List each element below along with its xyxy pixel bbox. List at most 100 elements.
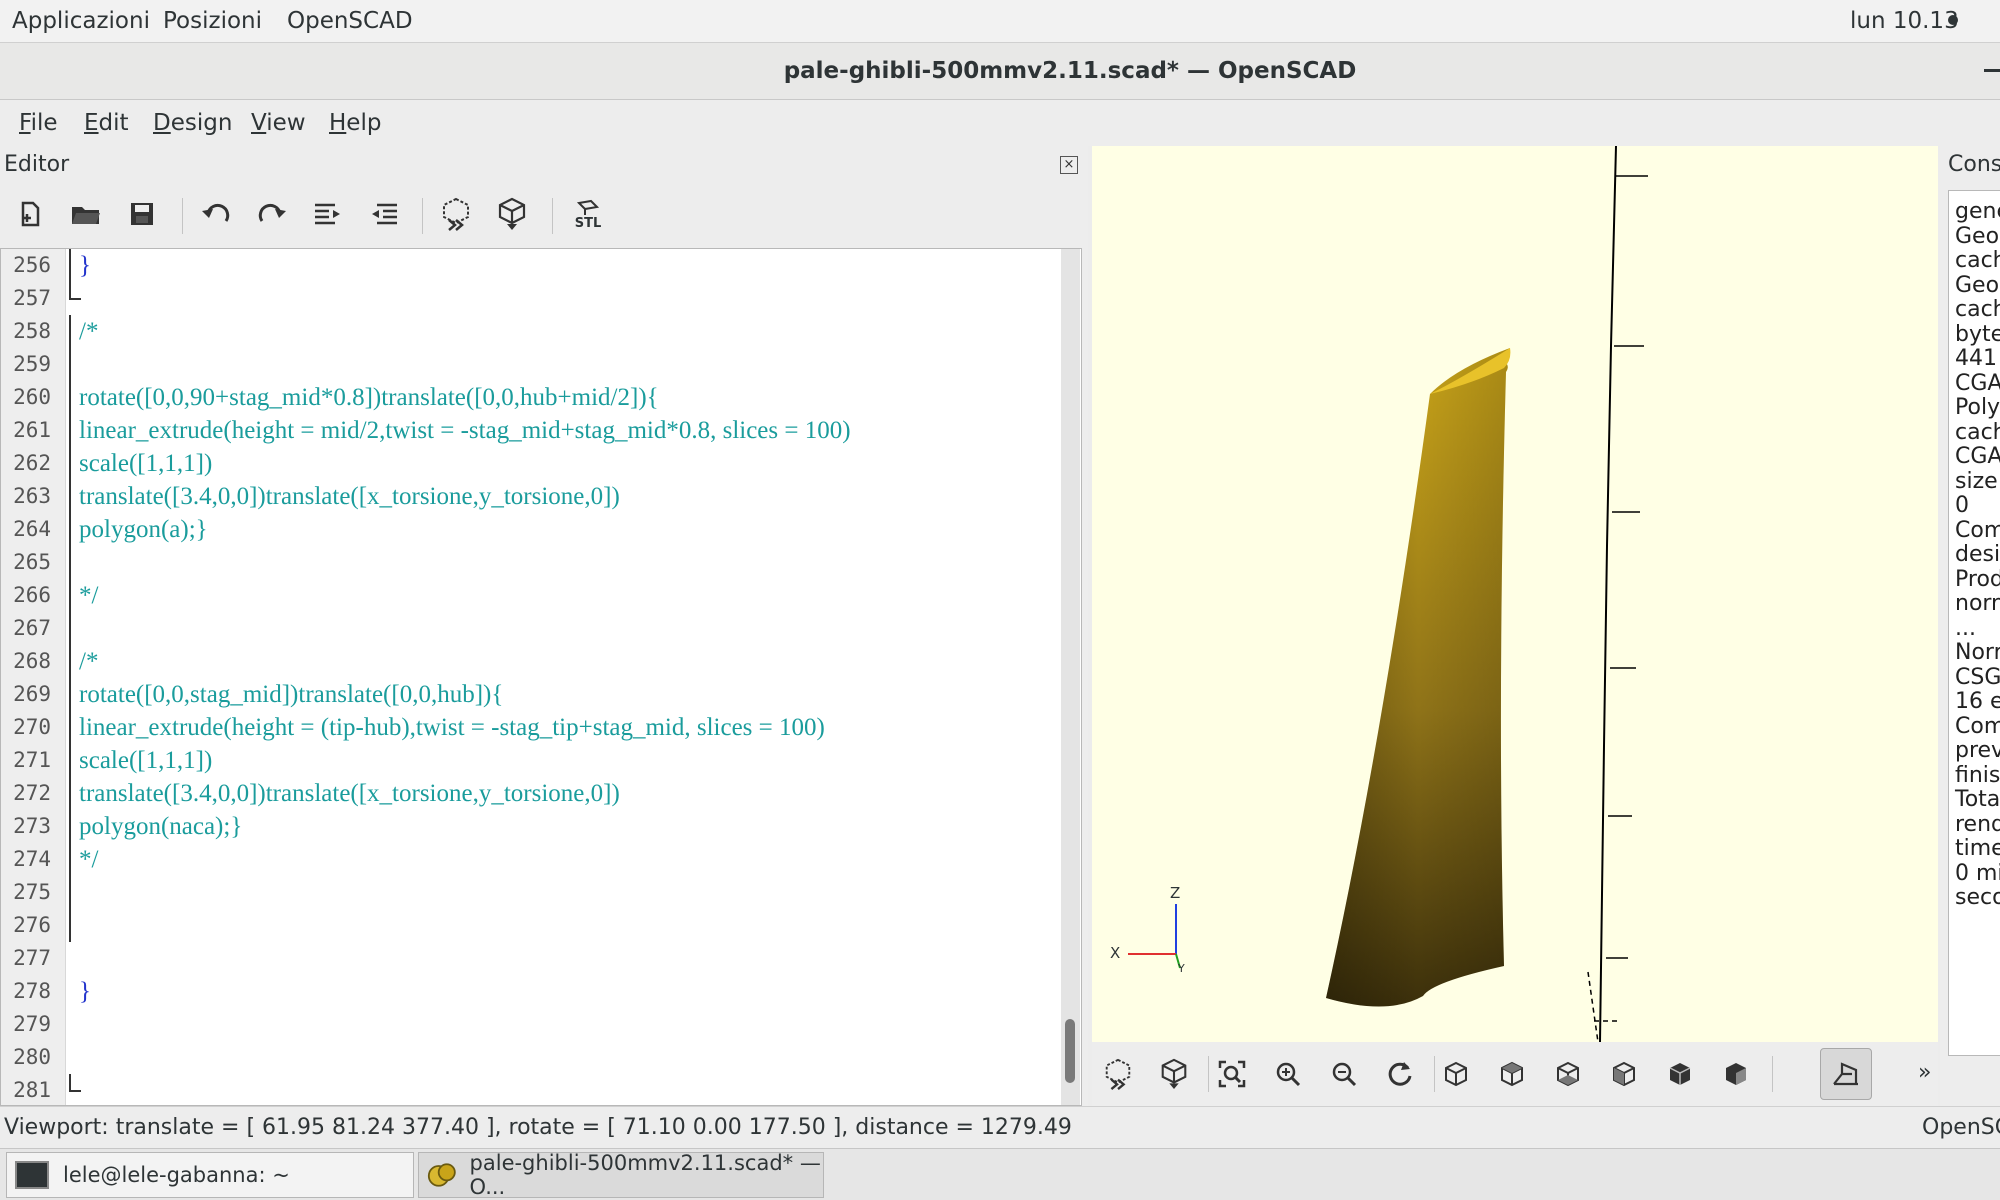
code-line[interactable]: */ bbox=[1, 843, 1051, 876]
code-line[interactable] bbox=[1, 942, 1051, 975]
top-panel: Applicazioni Posizioni OpenSCAD lun 10.1… bbox=[0, 0, 2000, 43]
code-line[interactable]: scale([1,1,1]) bbox=[1, 447, 1051, 480]
menu-design[interactable]: Design bbox=[153, 100, 232, 146]
preview-icon[interactable] bbox=[436, 192, 476, 236]
console-line: cach bbox=[1955, 419, 2000, 445]
console-line: Tota bbox=[1955, 787, 2000, 812]
render-icon[interactable] bbox=[492, 192, 532, 236]
task-label: pale-ghibli-500mmv2.11.scad* — O... bbox=[469, 1151, 821, 1199]
view-right-icon[interactable] bbox=[1436, 1052, 1476, 1096]
code-line[interactable]: translate([3.4,0,0])translate([x_torsion… bbox=[1, 480, 1051, 513]
toolbar-separator bbox=[552, 198, 553, 234]
editor-title: Editor bbox=[4, 152, 70, 177]
fold-marker bbox=[69, 348, 81, 381]
code-line[interactable] bbox=[1, 876, 1051, 909]
status-bar: Viewport: translate = [ 61.95 81.24 377.… bbox=[0, 1106, 2000, 1149]
code-line[interactable]: /* bbox=[1, 315, 1051, 348]
code-line[interactable]: linear_extrude(height = mid/2,twist = -s… bbox=[1, 414, 1051, 447]
fold-marker bbox=[69, 876, 81, 909]
code-text: rotate([0,0,90+stag_mid*0.8])translate([… bbox=[79, 384, 659, 411]
stl-label: STL bbox=[574, 215, 602, 231]
code-text: */ bbox=[79, 846, 99, 873]
console-line: time bbox=[1955, 836, 2000, 861]
code-line[interactable]: polygon(naca);} bbox=[1, 810, 1051, 843]
redo-icon[interactable] bbox=[252, 192, 292, 236]
toolbar-separator bbox=[1434, 1056, 1435, 1092]
menu-help[interactable]: Help bbox=[329, 100, 381, 146]
code-text: scale([1,1,1]) bbox=[79, 747, 213, 774]
minimize-icon[interactable] bbox=[1984, 69, 2000, 72]
code-line[interactable]: /* bbox=[1, 645, 1051, 678]
view-left-icon[interactable] bbox=[1604, 1052, 1644, 1096]
console-line: Com bbox=[1955, 713, 2000, 739]
fold-marker bbox=[69, 612, 81, 645]
fold-marker bbox=[67, 975, 77, 1008]
view-front-icon[interactable] bbox=[1660, 1052, 1700, 1096]
toolbar-overflow-button[interactable]: » bbox=[1918, 1060, 1931, 1085]
toolbar-separator bbox=[1772, 1056, 1773, 1092]
perspective-icon[interactable] bbox=[1820, 1048, 1872, 1100]
blade-model bbox=[1326, 348, 1511, 1007]
preview-icon[interactable] bbox=[1098, 1052, 1138, 1096]
console-line: ... bbox=[1955, 615, 1976, 641]
code-line[interactable]: polygon(a);} bbox=[1, 513, 1051, 546]
menu-view[interactable]: View bbox=[251, 100, 306, 146]
zoom-out-icon[interactable] bbox=[1324, 1052, 1364, 1096]
view-back-icon[interactable] bbox=[1716, 1052, 1756, 1096]
task-label: lele@lele-gabanna: ~ bbox=[63, 1163, 290, 1187]
code-editor[interactable]: 256 257 258 259 260 261 262 263 264 265 266 267 268 2… bbox=[0, 248, 1082, 1106]
undo-icon[interactable] bbox=[196, 192, 236, 236]
code-line[interactable] bbox=[1, 1008, 1051, 1041]
code-line[interactable] bbox=[1, 282, 1051, 315]
new-file-icon[interactable] bbox=[10, 192, 50, 236]
code-line[interactable] bbox=[1, 546, 1051, 579]
code-text: /* bbox=[79, 318, 99, 345]
code-text: /* bbox=[79, 648, 99, 675]
console-line: 441! bbox=[1955, 346, 2000, 371]
export-stl-icon[interactable]: STL bbox=[568, 192, 608, 236]
scrollbar-thumb[interactable] bbox=[1065, 1019, 1075, 1083]
code-line[interactable]: translate([3.4,0,0])translate([x_torsion… bbox=[1, 777, 1051, 810]
applications-menu[interactable]: Applicazioni bbox=[12, 0, 150, 42]
save-icon[interactable] bbox=[122, 192, 162, 236]
console-line: Com bbox=[1955, 517, 2000, 543]
menu-file[interactable]: File bbox=[19, 100, 58, 146]
console-line: prev bbox=[1955, 738, 2000, 763]
view-bottom-icon[interactable] bbox=[1548, 1052, 1588, 1096]
clock[interactable]: lun 10.13 bbox=[1850, 0, 1959, 42]
axis-gizmo bbox=[1128, 904, 1181, 969]
render-icon[interactable] bbox=[1154, 1052, 1194, 1096]
open-file-icon[interactable] bbox=[66, 192, 106, 236]
close-icon[interactable]: × bbox=[1060, 156, 1078, 174]
view-top-icon[interactable] bbox=[1492, 1052, 1532, 1096]
places-menu[interactable]: Posizioni bbox=[163, 0, 262, 42]
scene-render bbox=[1128, 146, 1648, 1042]
indent-icon[interactable] bbox=[308, 192, 348, 236]
code-line[interactable]: scale([1,1,1]) bbox=[1, 744, 1051, 777]
reset-view-icon[interactable] bbox=[1380, 1052, 1420, 1096]
view-all-icon[interactable] bbox=[1212, 1052, 1252, 1096]
code-line[interactable]: rotate([0,0,stag_mid])translate([0,0,hub… bbox=[1, 678, 1051, 711]
unindent-icon[interactable] bbox=[364, 192, 404, 236]
code-line[interactable]: rotate([0,0,90+stag_mid*0.8])translate([… bbox=[1, 381, 1051, 414]
fold-marker bbox=[67, 942, 77, 975]
code-line[interactable] bbox=[1, 909, 1051, 942]
3d-viewport[interactable]: Z X Y bbox=[1092, 146, 1938, 1042]
app-menu[interactable]: OpenSCAD bbox=[287, 0, 413, 42]
editor-scrollbar[interactable] bbox=[1061, 249, 1080, 1105]
menu-edit[interactable]: Edit bbox=[84, 100, 129, 146]
zoom-in-icon[interactable] bbox=[1268, 1052, 1308, 1096]
code-line[interactable] bbox=[1, 348, 1051, 381]
code-line[interactable]: */ bbox=[1, 579, 1051, 612]
task-terminal[interactable]: lele@lele-gabanna: ~ bbox=[6, 1152, 414, 1198]
code-line[interactable] bbox=[1, 612, 1051, 645]
code-line[interactable]: } bbox=[1, 975, 1051, 1008]
code-line[interactable]: linear_extrude(height = (tip-hub),twist … bbox=[1, 711, 1051, 744]
code-text: linear_extrude(height = mid/2,twist = -s… bbox=[79, 417, 851, 444]
code-line[interactable] bbox=[1, 1074, 1051, 1107]
console-output[interactable]: geneGeorcachGeorcachbyte441!CGAPolylcach… bbox=[1948, 190, 2000, 1056]
code-line[interactable]: } bbox=[1, 249, 1051, 282]
task-openscad[interactable]: pale-ghibli-500mmv2.11.scad* — O... bbox=[418, 1151, 824, 1199]
console-line: CGA bbox=[1955, 444, 2000, 469]
code-line[interactable] bbox=[1, 1041, 1051, 1074]
